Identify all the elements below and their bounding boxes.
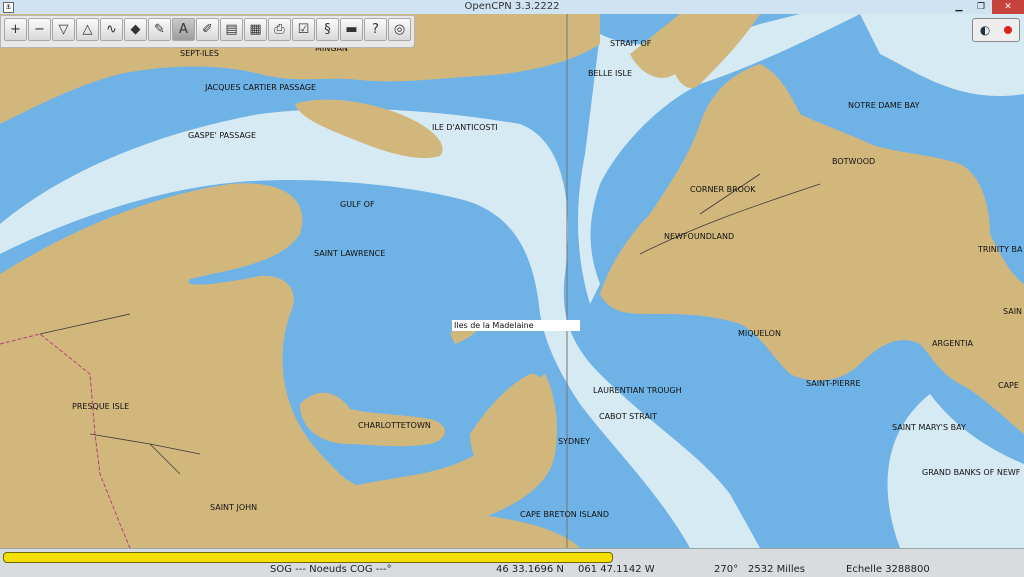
map-label[interactable]: ARGENTIA <box>932 339 974 348</box>
map-label[interactable]: NEWFOUNDLAND <box>664 232 734 241</box>
map-label[interactable]: GASPE' PASSAGE <box>188 131 256 140</box>
title-bar: ⚓ OpenCPN 3.3.2222 ▁ ❐ ✕ <box>0 0 1024 15</box>
funnel-icon: ▽ <box>58 22 69 37</box>
map-label[interactable]: GULF OF <box>340 200 375 209</box>
map-label[interactable]: CORNER BROOK <box>690 185 756 194</box>
printer-icon: ⎙ <box>274 22 285 37</box>
scale-readout: Echelle 3288800 <box>846 564 930 575</box>
map-label[interactable]: SAINT JOHN <box>210 503 257 512</box>
route-button[interactable]: ∿ <box>100 18 123 41</box>
map-label[interactable]: SAINT LAWRENCE <box>314 249 385 258</box>
distance-readout: 2532 Milles <box>748 564 805 575</box>
map-label[interactable]: JACQUES CARTIER PASSAGE <box>204 83 316 92</box>
window-controls: ▁ ❐ ✕ <box>948 0 1024 14</box>
gps-status-icon <box>1004 26 1013 34</box>
chart-button[interactable]: ▦ <box>244 18 267 41</box>
minimize-icon[interactable]: ▁ <box>948 0 970 14</box>
map-label[interactable]: LAURENTIAN TROUGH <box>593 386 682 395</box>
lifebuoy-icon: ◎ <box>393 22 406 37</box>
map-label[interactable]: CABOT STRAIT <box>599 412 657 421</box>
scale-out-button[interactable]: △ <box>76 18 99 41</box>
brightness-icon: ▬ <box>345 22 358 37</box>
print-button[interactable]: ⎙ <box>268 18 291 41</box>
map-label[interactable]: PRESQUE ISLE <box>72 402 129 411</box>
map-label[interactable]: MIQUELON <box>738 329 781 338</box>
map-label[interactable]: GRAND BANKS OF NEWF <box>922 468 1021 477</box>
settings-button[interactable]: ✎ <box>148 18 171 41</box>
ship-icon: ◆ <box>130 22 141 37</box>
map-label[interactable]: CAPE BRETON ISLAND <box>520 510 609 519</box>
track-icon: § <box>324 22 331 37</box>
map-label[interactable]: CAPE <box>998 381 1019 390</box>
progress-bar <box>3 552 613 563</box>
map-label[interactable]: BOTWOOD <box>832 157 875 166</box>
compass-icon: ◐ <box>979 23 991 37</box>
mob-button[interactable]: ◎ <box>388 18 411 41</box>
zoom-out-icon: − <box>34 22 45 37</box>
map-label[interactable]: Iles de la Madelaine <box>454 321 534 330</box>
maximize-icon[interactable]: ❐ <box>970 0 992 14</box>
main-toolbar: + − ▽ △ ∿ ◆ ✎ A ✐ ▤ ▦ ⎙ ☑ § ▬? ◎ <box>0 15 415 48</box>
map-label[interactable]: TRINITY BA <box>977 245 1023 254</box>
help-button[interactable]: ? <box>364 18 387 41</box>
zoom-in-button[interactable]: + <box>4 18 27 41</box>
text-button[interactable]: A <box>172 18 195 41</box>
close-icon[interactable]: ✕ <box>992 0 1024 14</box>
map-label[interactable]: NOTRE DAME BAY <box>848 101 920 110</box>
map-label[interactable]: BELLE ISLE <box>588 69 632 78</box>
zoom-in-icon: + <box>10 22 21 37</box>
tide-icon: ▤ <box>225 22 238 37</box>
chart-canvas[interactable]: SEPT-ILES MINGAN STRAIT OF BELLE ISLE JA… <box>0 14 1024 548</box>
chart-icon: ▦ <box>249 22 262 37</box>
follow-ship-button[interactable]: ◆ <box>124 18 147 41</box>
sog-cog-readout: SOG --- Noeuds COG ---° <box>270 564 392 575</box>
map-label[interactable]: ILE D'ANTICOSTI <box>432 123 498 132</box>
color-scheme-button[interactable]: ▬ <box>340 18 363 41</box>
text-a-icon: A <box>179 22 188 37</box>
pencil-icon: ✐ <box>202 22 213 37</box>
bearing-readout: 270° <box>714 564 739 575</box>
route-manager-button[interactable]: ☑ <box>292 18 315 41</box>
compass-widget[interactable]: ◐ <box>972 18 1020 42</box>
longitude-readout: 061 47.1142 W <box>578 564 655 575</box>
map-label[interactable]: SAIN <box>1003 307 1022 316</box>
map-label[interactable]: SYDNEY <box>558 437 590 446</box>
wrench-icon: ✎ <box>154 22 165 37</box>
map-label[interactable]: STRAIT OF <box>610 39 652 48</box>
map-label[interactable]: SAINT-PIERRE <box>806 379 861 388</box>
cone-icon: △ <box>82 22 93 37</box>
window-title: OpenCPN 3.3.2222 <box>464 1 560 12</box>
map-label[interactable]: CHARLOTTETOWN <box>358 421 431 430</box>
route-icon: ∿ <box>106 22 117 37</box>
current-button[interactable]: ✐ <box>196 18 219 41</box>
zoom-out-button[interactable]: − <box>28 18 51 41</box>
latitude-readout: 46 33.1696 N <box>496 564 564 575</box>
checklist-icon: ☑ <box>297 22 310 37</box>
scale-in-button[interactable]: ▽ <box>52 18 75 41</box>
help-icon: ? <box>372 22 379 37</box>
status-bar: SOG --- Noeuds COG ---° 46 33.1696 N 061… <box>0 548 1024 577</box>
track-button[interactable]: § <box>316 18 339 41</box>
tide-button[interactable]: ▤ <box>220 18 243 41</box>
map-label[interactable]: SAINT MARY'S BAY <box>892 423 966 432</box>
map-label[interactable]: SEPT-ILES <box>180 49 219 58</box>
